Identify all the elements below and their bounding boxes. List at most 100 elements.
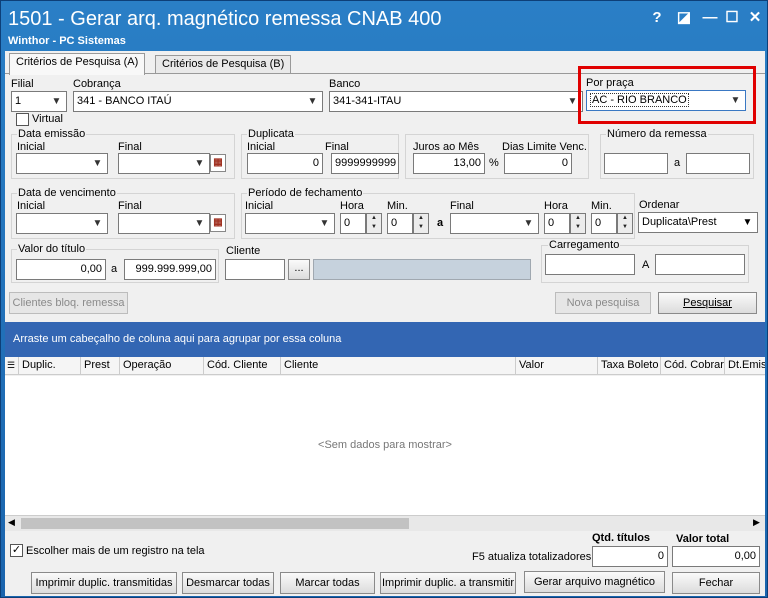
chevron-down-icon[interactable]: ▼ xyxy=(304,93,321,110)
restore-layout-icon[interactable]: ◪ xyxy=(673,7,695,29)
grid-col-duplic[interactable]: Duplic. xyxy=(19,357,81,375)
min1-spinner[interactable]: ▲ ▼ xyxy=(413,213,429,234)
periodo-final-date[interactable]: ▼ xyxy=(450,213,539,234)
window-subtitle: Winthor - PC Sistemas xyxy=(8,35,126,47)
cobranca-value: 341 - BANCO ITAÚ xyxy=(77,95,172,107)
min2-input[interactable]: 0 xyxy=(591,213,617,234)
close-icon[interactable]: ✕ xyxy=(744,7,766,29)
calendar-icon[interactable]: ▦ xyxy=(210,154,226,172)
grid-column-chooser-icon[interactable]: ☰ xyxy=(5,357,19,375)
gerar-arquivo-magnetico-button[interactable]: Gerar arquivo magnético xyxy=(524,571,665,593)
emissao-final-date[interactable]: ▼ xyxy=(118,153,210,174)
periodo-sep: a xyxy=(437,217,444,229)
pesquisar-button[interactable]: Pesquisar xyxy=(658,292,757,314)
scroll-left-icon[interactable]: ◀ xyxy=(8,517,15,528)
min1-input[interactable]: 0 xyxy=(387,213,413,234)
grid-col-operacao[interactable]: Operação xyxy=(120,357,204,375)
emissao-inicial-date[interactable]: ▼ xyxy=(16,153,108,174)
chevron-down-icon[interactable]: ▼ xyxy=(89,155,106,172)
chevron-down-icon[interactable]: ▼ xyxy=(89,215,106,232)
help-icon[interactable]: ? xyxy=(646,7,668,29)
grid-col-prest[interactable]: Prest xyxy=(81,357,120,375)
dias-limite-input[interactable]: 0 xyxy=(504,153,572,174)
maximize-icon[interactable]: ☐ xyxy=(721,7,743,29)
data-vencimento-label: Data de vencimento xyxy=(17,187,117,199)
clientes-bloq-remessa-button[interactable]: Clientes bloq. remessa xyxy=(9,292,128,314)
min2-spinner[interactable]: ▲ ▼ xyxy=(617,213,633,234)
banco-select[interactable]: 341-341-ITAU ▼ xyxy=(329,91,583,112)
ordenar-label: Ordenar xyxy=(639,199,680,211)
marcar-todas-button[interactable]: Marcar todas xyxy=(280,572,375,594)
hora1-spinner[interactable]: ▲ ▼ xyxy=(366,213,382,234)
tab-criterios-b[interactable]: Critérios de Pesquisa (B) xyxy=(155,55,292,74)
hora1-input[interactable]: 0 xyxy=(340,213,366,234)
chevron-down-icon[interactable]: ▼ xyxy=(739,214,756,231)
virtual-label: Virtual xyxy=(32,113,63,125)
form-client-area: Critérios de Pesquisa (A) Critérios de P… xyxy=(5,51,765,596)
calendar-icon[interactable]: ▦ xyxy=(210,214,226,232)
grid-group-by-panel[interactable]: Arraste um cabeçalho de coluna aqui para… xyxy=(5,322,765,357)
title-bar[interactable]: 1501 - Gerar arq. magnético remessa CNAB… xyxy=(1,1,767,51)
chevron-down-icon[interactable]: ▼ xyxy=(191,155,208,172)
cobranca-select[interactable]: 341 - BANCO ITAÚ ▼ xyxy=(73,91,323,112)
grid-col-taxa-boleto[interactable]: Taxa Boleto xyxy=(598,357,661,375)
grid-col-valor[interactable]: Valor xyxy=(516,357,598,375)
grid-col-dt-emis[interactable]: Dt.Emis xyxy=(725,357,765,375)
multi-select-checkbox[interactable]: ✓ xyxy=(10,544,23,557)
imprimir-transmitidas-button[interactable]: Imprimir duplic. transmitidas xyxy=(31,572,177,594)
grid-col-cod-cobrar[interactable]: Cód. Cobrar xyxy=(661,357,725,375)
banco-label: Banco xyxy=(329,78,361,90)
valor-max-input[interactable]: 999.999.999,00 xyxy=(124,259,216,280)
grid-col-cliente[interactable]: Cliente xyxy=(281,357,516,375)
grid-horizontal-scrollbar[interactable]: ◀ ▶ xyxy=(5,515,765,531)
valor-min-input[interactable]: 0,00 xyxy=(16,259,106,280)
duplicata-inicial-input[interactable]: 0 xyxy=(247,153,323,174)
duplicata-label: Duplicata xyxy=(247,128,295,140)
chevron-down-icon[interactable]: ▼ xyxy=(316,215,333,232)
periodo-inicial-date[interactable]: ▼ xyxy=(245,213,335,234)
minimize-icon[interactable]: — xyxy=(699,7,721,29)
ordenar-select[interactable]: Duplicata\Prest ▼ xyxy=(638,212,758,233)
vencimento-final-date[interactable]: ▼ xyxy=(118,213,210,234)
tab-criterios-a[interactable]: Critérios de Pesquisa (A) xyxy=(9,53,146,75)
desmarcar-todas-button[interactable]: Desmarcar todas xyxy=(182,572,274,594)
remessa-final-input[interactable] xyxy=(686,153,750,174)
carregamento-inicial-input[interactable] xyxy=(545,254,635,275)
grid-col-cod-cliente[interactable]: Cód. Cliente xyxy=(204,357,281,375)
filial-select[interactable]: 1 ▼ xyxy=(11,91,67,112)
filial-value: 1 xyxy=(15,95,22,107)
virtual-checkbox[interactable] xyxy=(16,113,29,126)
praca-value: AC - RIO BRANCO xyxy=(590,93,689,107)
remessa-inicial-input[interactable] xyxy=(604,153,668,174)
periodo-label: Período de fechamento xyxy=(247,187,364,199)
duplicata-final-input[interactable]: 9999999999 xyxy=(331,153,399,174)
scrollbar-thumb[interactable] xyxy=(21,518,409,529)
hora1-label: Hora xyxy=(340,200,364,212)
vencimento-inicial-date[interactable]: ▼ xyxy=(16,213,108,234)
nova-pesquisa-button[interactable]: Nova pesquisa xyxy=(555,292,651,314)
hora2-spinner[interactable]: ▲ ▼ xyxy=(570,213,586,234)
application-window: 1501 - Gerar arq. magnético remessa CNAB… xyxy=(0,0,768,598)
juros-input[interactable]: 13,00 xyxy=(413,153,485,174)
hora2-input[interactable]: 0 xyxy=(544,213,570,234)
cliente-name-display xyxy=(313,259,531,280)
praca-label: Por praça xyxy=(586,77,634,89)
chevron-down-icon[interactable]: ▼ xyxy=(48,93,65,110)
carregamento-final-input[interactable] xyxy=(655,254,745,275)
chevron-down-icon[interactable]: ▼ xyxy=(727,92,744,109)
imprimir-a-transmitir-button[interactable]: Imprimir duplic. a transmitir xyxy=(380,572,516,594)
min2-label: Min. xyxy=(591,200,612,212)
valor-titulo-label: Valor do título xyxy=(17,243,87,255)
juros-unit: % xyxy=(489,157,499,169)
ordenar-value: Duplicata\Prest xyxy=(642,216,717,228)
chevron-down-icon[interactable]: ▼ xyxy=(520,215,537,232)
scroll-right-icon[interactable]: ▶ xyxy=(753,517,760,528)
cliente-lookup-button[interactable]: ... xyxy=(288,259,310,280)
fechar-button[interactable]: Fechar xyxy=(672,572,760,594)
chevron-down-icon[interactable]: ▼ xyxy=(191,215,208,232)
qtd-titulos-label: Qtd. títulos xyxy=(592,532,651,544)
cliente-code-input[interactable] xyxy=(225,259,285,280)
hora2-label: Hora xyxy=(544,200,568,212)
praca-select[interactable]: AC - RIO BRANCO ▼ xyxy=(586,90,746,111)
remessa-sep: a xyxy=(674,157,681,169)
